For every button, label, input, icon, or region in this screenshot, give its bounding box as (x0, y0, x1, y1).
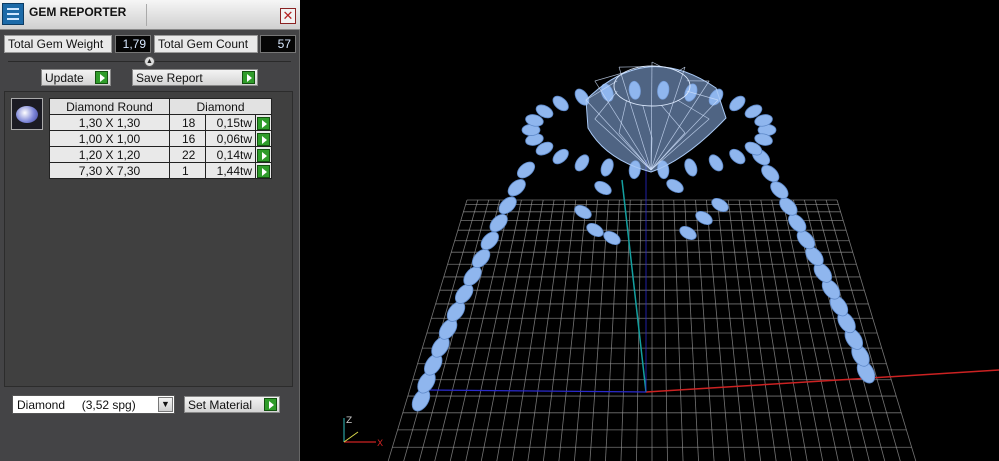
pave-gem (729, 148, 746, 165)
pave-gem (708, 154, 724, 172)
gem-count: 1 (169, 162, 206, 179)
grid-line (511, 199, 555, 461)
gem-weight: 0,06tw (205, 130, 256, 147)
pave-gem (574, 154, 590, 172)
pave-gem (594, 180, 612, 196)
window-title: GEM REPORTER (29, 5, 127, 19)
row-action-button[interactable] (255, 162, 272, 179)
pave-gem (679, 225, 697, 241)
pave-gem (586, 222, 604, 238)
column-header-material: Diamond (169, 98, 272, 115)
gem-weight: 0,14tw (205, 146, 256, 163)
row-action-button[interactable] (255, 130, 272, 147)
pave-gem (516, 161, 536, 179)
play-icon (95, 71, 108, 84)
gem-count: 18 (169, 114, 206, 131)
axis-label-z: Z (346, 416, 352, 426)
table-row: 1,00 X 1,00 16 0,06tw (49, 130, 272, 147)
title-separator (146, 4, 147, 26)
grid-line (496, 199, 544, 461)
row-action-button[interactable] (255, 114, 272, 131)
material-select[interactable]: Diamond (3,52 spg) ▼ (12, 395, 175, 414)
total-count-value: 57 (260, 35, 296, 53)
grid-line (695, 199, 715, 461)
ground-grid (387, 199, 917, 461)
round-diamond-icon[interactable] (11, 98, 43, 130)
set-material-label: Set Material (188, 398, 253, 412)
update-label: Update (45, 71, 84, 85)
table-row: 7,30 X 7,30 1 1,44tw (49, 162, 272, 179)
gem-size: 1,30 X 1,30 (49, 114, 170, 131)
pave-gem (666, 178, 684, 194)
gem-count: 16 (169, 130, 206, 147)
gem-size: 1,00 X 1,00 (49, 130, 170, 147)
grid-line (749, 199, 793, 461)
grid-line (716, 199, 746, 461)
save-report-button[interactable]: Save Report (132, 69, 258, 86)
center-stone (585, 61, 727, 173)
gem-reporter-panel: GEM REPORTER ✕ Total Gem Weight 1,79 Tot… (0, 0, 300, 461)
gem-count: 22 (169, 146, 206, 163)
close-button[interactable]: ✕ (280, 8, 296, 24)
pave-gem (552, 95, 569, 112)
material-select-value: Diamond (3,52 spg) (17, 398, 136, 412)
3d-viewport[interactable]: Z X (306, 0, 999, 461)
total-count-label: Total Gem Count (154, 35, 258, 53)
grid-line (706, 199, 730, 461)
pave-gem (729, 95, 746, 112)
axis-label-x: X (377, 439, 383, 449)
gem-size: 7,30 X 7,30 (49, 162, 170, 179)
pave-gem (552, 148, 569, 165)
pave-gem (684, 158, 698, 177)
title-bar: GEM REPORTER ✕ (0, 0, 300, 30)
gem-size: 1,20 X 1,20 (49, 146, 170, 163)
pave-gem (600, 158, 614, 177)
chevron-down-icon[interactable]: ▼ (158, 397, 173, 412)
pave-gem (507, 179, 526, 197)
table-row: 1,30 X 1,30 18 0,15tw (49, 114, 272, 131)
play-icon (264, 398, 277, 411)
triad-y-line (343, 431, 359, 443)
gem-reporter-app-icon (2, 3, 24, 25)
gem-weight: 0,15tw (205, 114, 256, 131)
pave-gem (471, 248, 491, 269)
gem-weight: 1,44tw (205, 162, 256, 179)
center-stone-body (585, 66, 727, 173)
save-report-label: Save Report (136, 71, 203, 85)
grid-line (825, 199, 901, 461)
grid-line (449, 199, 511, 461)
column-header-shape: Diamond Round (49, 98, 170, 115)
grid-line (558, 199, 588, 461)
table-row: 1,20 X 1,20 22 0,14tw (49, 146, 272, 163)
viewport-canvas: Z X (343, 61, 999, 461)
y-axis-line (425, 389, 647, 393)
pave-gem (574, 204, 592, 220)
set-material-button[interactable]: Set Material (184, 396, 280, 413)
total-weight-label: Total Gem Weight (4, 35, 112, 53)
grid-line (662, 199, 668, 461)
play-icon (257, 132, 270, 146)
play-icon (242, 71, 255, 84)
total-weight-value: 1,79 (115, 35, 151, 53)
axis-triad: Z X (343, 416, 383, 449)
row-action-button[interactable] (255, 146, 272, 163)
collapse-knob-icon[interactable]: ▲ (144, 56, 155, 67)
update-button[interactable]: Update (41, 69, 111, 86)
pave-gem (603, 230, 621, 246)
grid-line (673, 199, 684, 461)
play-icon (257, 116, 270, 130)
play-icon (257, 148, 270, 162)
gem-table: Diamond Round Diamond 1,30 X 1,30 18 0,1… (49, 98, 272, 179)
play-icon (257, 164, 270, 178)
pave-gem (761, 164, 780, 183)
gem-list-area: Diamond Round Diamond 1,30 X 1,30 18 0,1… (4, 91, 293, 387)
stats-row: Total Gem Weight 1,79 Total Gem Count 57 (4, 35, 296, 53)
grid-line (574, 199, 598, 461)
